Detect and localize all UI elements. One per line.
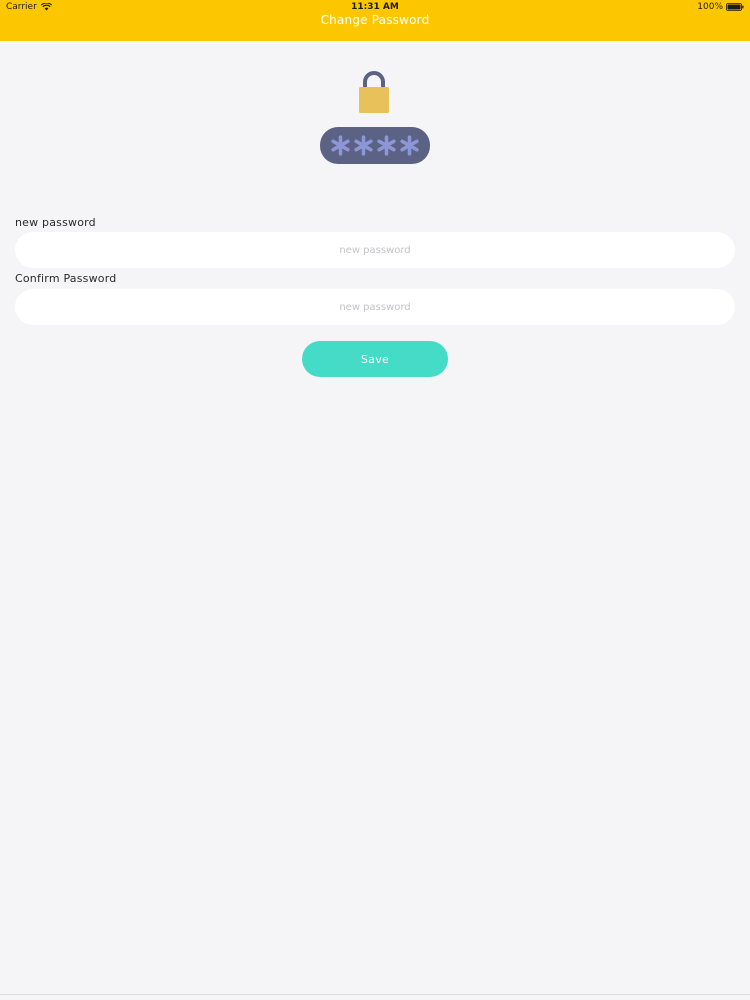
new-password-label: new password: [15, 216, 96, 229]
asterisk-icon: [400, 135, 419, 156]
lock-icon: [359, 71, 389, 113]
asterisk-icon: [331, 135, 350, 156]
confirm-password-label: Confirm Password: [15, 272, 117, 285]
battery-percent: 100%: [697, 2, 723, 12]
asterisk-icon: [354, 135, 373, 156]
status-time: 11:31 AM: [351, 2, 399, 12]
password-illustration: [0, 68, 750, 168]
confirm-password-input[interactable]: [15, 289, 735, 325]
bottom-divider: [0, 994, 750, 995]
battery-icon: [726, 3, 744, 11]
navigation-bar: Carrier 11:31 AM 100% Change Password: [0, 0, 750, 41]
save-button[interactable]: Save: [302, 341, 448, 377]
masked-pin-badge: [320, 127, 430, 164]
status-battery: 100%: [697, 2, 744, 12]
asterisk-icon: [377, 135, 396, 156]
page-title: Change Password: [320, 13, 430, 27]
new-password-input[interactable]: [15, 232, 735, 268]
